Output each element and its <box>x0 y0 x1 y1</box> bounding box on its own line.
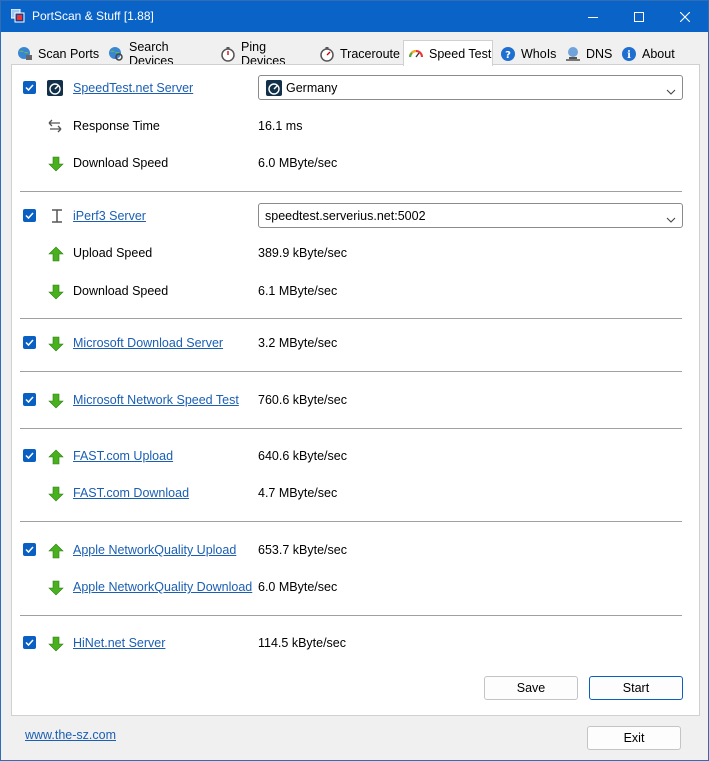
iperf3-server-link[interactable]: iPerf3 Server <box>73 209 146 223</box>
microsoft-download-server-link[interactable]: Microsoft Download Server <box>73 336 223 350</box>
fast-com-upload-link[interactable]: FAST.com Upload <box>73 449 173 463</box>
maximize-button[interactable] <box>616 1 662 32</box>
separator <box>20 615 682 616</box>
download-arrow-icon <box>48 636 64 652</box>
microsoft-network-speed-test-link[interactable]: Microsoft Network Speed Test <box>73 393 239 407</box>
svg-text:?: ? <box>505 50 511 61</box>
iperf3-server-combobox[interactable]: speedtest.serverius.net:5002 <box>258 203 683 228</box>
svg-text:i: i <box>627 50 631 61</box>
iperf3-download-label: Download Speed <box>73 284 169 298</box>
download-arrow-icon <box>48 580 64 596</box>
iperf3-download-value: 6.1 MByte/sec <box>258 284 338 298</box>
globe-search-icon <box>108 46 124 62</box>
app-window: PortScan & Stuff [1.88] Scan Ports Searc… <box>0 0 709 761</box>
speed-test-panel: SpeedTest.net Server Germany Response Ti… <box>11 64 700 716</box>
separator <box>20 428 682 429</box>
tab-label: Speed Test <box>429 46 492 61</box>
help-icon: ? <box>500 46 516 62</box>
speedtest-net-checkbox[interactable] <box>23 81 36 94</box>
tab-about[interactable]: i About <box>617 43 687 65</box>
tab-label: About <box>642 47 675 61</box>
separator <box>20 521 682 522</box>
apple-download-value: 6.0 MByte/sec <box>258 580 338 594</box>
tab-whois[interactable]: ? WhoIs <box>496 43 558 65</box>
start-button[interactable]: Start <box>589 676 683 700</box>
speedtest-download-value: 6.0 MByte/sec <box>258 156 338 170</box>
apple-upload-link[interactable]: Apple NetworkQuality Upload <box>73 543 236 557</box>
hinet-server-link[interactable]: HiNet.net Server <box>73 636 165 650</box>
iperf3-upload-value: 389.9 kByte/sec <box>258 246 347 260</box>
iperf3-upload-label: Upload Speed <box>73 246 153 260</box>
stopwatch-icon <box>220 46 236 62</box>
microsoft-download-value: 3.2 MByte/sec <box>258 336 338 350</box>
title-bar[interactable]: PortScan & Stuff [1.88] <box>1 1 708 32</box>
globe-network-icon <box>17 46 33 62</box>
download-arrow-icon <box>48 486 64 502</box>
tab-dns[interactable]: DNS <box>561 43 615 65</box>
website-link[interactable]: www.the-sz.com <box>25 728 116 742</box>
separator <box>20 318 682 319</box>
fast-com-download-link[interactable]: FAST.com Download <box>73 486 189 500</box>
fast-com-download-value: 4.7 MByte/sec <box>258 486 338 500</box>
upload-arrow-icon <box>48 543 64 559</box>
tab-search-devices[interactable]: Search Devices <box>104 40 214 68</box>
chevron-down-icon <box>666 212 676 226</box>
apple-upload-value: 653.7 kByte/sec <box>258 543 347 557</box>
hinet-checkbox[interactable] <box>23 636 36 649</box>
hinet-value: 114.5 kByte/sec <box>258 636 347 650</box>
minimize-button[interactable] <box>570 1 616 32</box>
download-arrow-icon <box>48 156 64 172</box>
speedtest-download-label: Download Speed <box>73 156 169 170</box>
download-arrow-icon <box>48 284 64 300</box>
microsoft-network-value: 760.6 kByte/sec <box>258 393 347 407</box>
download-arrow-icon <box>48 336 64 352</box>
save-button[interactable]: Save <box>484 676 578 700</box>
tab-scan-ports[interactable]: Scan Ports <box>13 43 101 65</box>
speedtest-net-server-link[interactable]: SpeedTest.net Server <box>73 81 193 95</box>
close-button[interactable] <box>662 1 708 32</box>
chevron-down-icon <box>666 84 676 98</box>
separator <box>20 191 682 192</box>
tab-label: Traceroute <box>340 47 400 61</box>
speedtest-server-value: Germany <box>286 81 338 95</box>
upload-arrow-icon <box>48 246 64 262</box>
stopwatch-route-icon <box>319 46 335 62</box>
swap-arrows-icon <box>47 118 63 134</box>
apple-networkquality-checkbox[interactable] <box>23 543 36 556</box>
tab-traceroute[interactable]: Traceroute <box>315 43 403 65</box>
network-computer-icon <box>565 46 581 62</box>
response-time-label: Response Time <box>73 119 160 133</box>
fast-com-checkbox[interactable] <box>23 449 36 462</box>
iperf-server-icon <box>49 208 65 224</box>
speedtest-logo-icon <box>47 80 63 96</box>
speedtest-logo-icon <box>266 80 282 96</box>
info-icon: i <box>621 46 637 62</box>
microsoft-network-checkbox[interactable] <box>23 393 36 406</box>
tab-label: DNS <box>586 47 613 61</box>
microsoft-download-checkbox[interactable] <box>23 336 36 349</box>
speedometer-icon <box>408 46 424 62</box>
tab-speed-test[interactable]: Speed Test <box>403 40 493 66</box>
speedtest-server-select[interactable]: Germany <box>258 75 683 100</box>
apple-download-link[interactable]: Apple NetworkQuality Download <box>73 580 252 594</box>
iperf3-checkbox[interactable] <box>23 209 36 222</box>
tab-ping-devices[interactable]: Ping Devices <box>216 40 313 68</box>
exit-button[interactable]: Exit <box>587 726 681 750</box>
download-arrow-icon <box>48 393 64 409</box>
window-title: PortScan & Stuff [1.88] <box>32 9 154 23</box>
app-icon <box>10 8 25 23</box>
tab-strip: Scan Ports Search Devices Ping Devices T… <box>11 40 700 68</box>
upload-arrow-icon <box>48 449 64 465</box>
separator <box>20 371 682 372</box>
tab-label: WhoIs <box>521 47 557 61</box>
response-time-value: 16.1 ms <box>258 119 303 133</box>
fast-com-upload-value: 640.6 kByte/sec <box>258 449 347 463</box>
tab-label: Scan Ports <box>38 47 100 61</box>
iperf3-server-value: speedtest.serverius.net:5002 <box>265 209 426 223</box>
